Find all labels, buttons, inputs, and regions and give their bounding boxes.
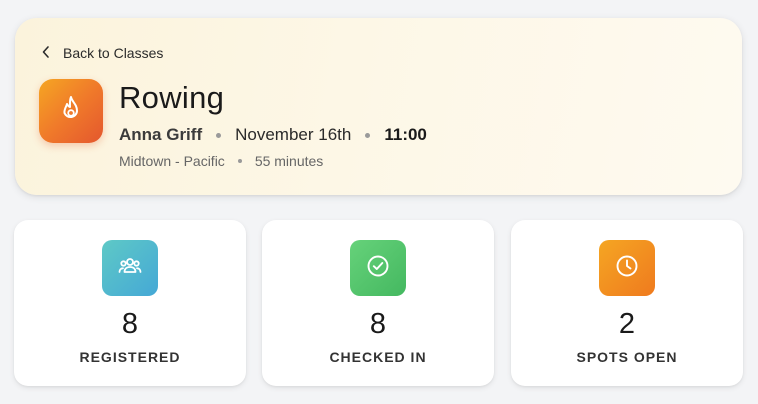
users-group-icon bbox=[116, 252, 144, 285]
class-time: 11:00 bbox=[384, 125, 427, 144]
separator-dot bbox=[237, 159, 242, 163]
spots-open-count: 2 bbox=[618, 308, 636, 340]
instructor-name: Anna Griff bbox=[119, 125, 203, 144]
checked-in-count: 8 bbox=[369, 308, 387, 340]
registered-stat-card: 8 REGISTERED bbox=[14, 220, 246, 386]
clock-icon bbox=[613, 252, 641, 285]
back-link-label: Back to Classes bbox=[63, 45, 164, 61]
spots-open-stat-card: 2 SPOTS OPEN bbox=[511, 220, 743, 386]
class-title: Rowing bbox=[119, 80, 225, 115]
class-duration: 55 minutes bbox=[254, 153, 324, 169]
class-sub-meta: Midtown - Pacific 55 minutes bbox=[119, 152, 323, 170]
class-location: Midtown - Pacific bbox=[119, 153, 225, 169]
separator-dot bbox=[365, 132, 371, 138]
class-icon bbox=[39, 79, 103, 143]
checked-in-icon-tile bbox=[350, 240, 406, 296]
flame-icon bbox=[56, 94, 86, 129]
check-circle-icon bbox=[364, 252, 392, 285]
checked-in-stat-card: 8 CHECKED IN bbox=[262, 220, 494, 386]
registered-count: 8 bbox=[121, 308, 139, 340]
class-date: November 16th bbox=[235, 125, 352, 144]
registered-icon-tile bbox=[102, 240, 158, 296]
chevron-left-icon bbox=[41, 45, 51, 62]
spots-open-icon-tile bbox=[599, 240, 655, 296]
spots-open-label: SPOTS OPEN bbox=[576, 349, 678, 365]
checked-in-label: CHECKED IN bbox=[329, 349, 427, 365]
class-detail-page: Back to Classes Rowing Anna Griff Novemb… bbox=[0, 0, 758, 404]
back-to-classes-link[interactable]: Back to Classes bbox=[41, 44, 163, 62]
class-meta: Anna Griff November 16th 11:00 bbox=[119, 125, 427, 145]
registered-label: REGISTERED bbox=[79, 349, 181, 365]
separator-dot bbox=[216, 132, 222, 138]
